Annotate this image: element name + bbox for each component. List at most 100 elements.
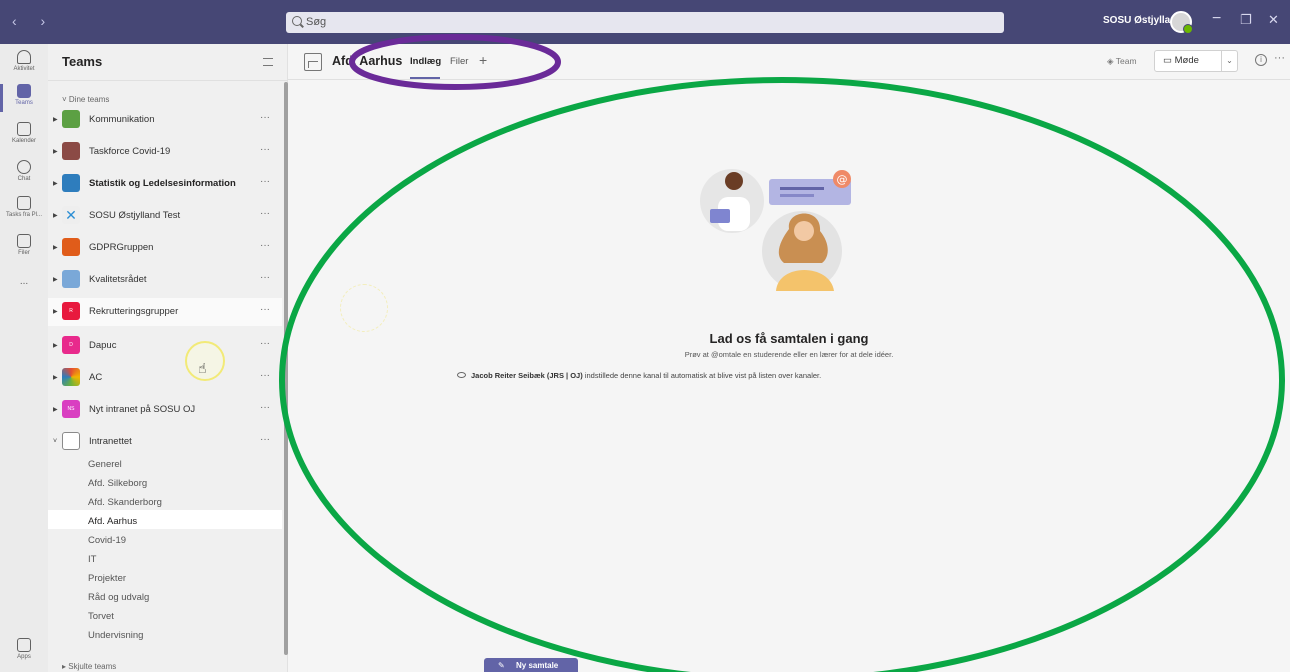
team-row-gdpr[interactable]: ▶ GDPRGruppen ··· (48, 234, 282, 262)
message-line (780, 187, 824, 190)
teams-icon (17, 84, 31, 98)
title-bar: ‹ › Søg SOSU Østjylland − ❐ ✕ (0, 0, 1290, 44)
rail-tasks[interactable]: Tasks fra Pl... (0, 196, 48, 218)
new-conversation-button[interactable]: ✎ Ny samtale (484, 658, 578, 672)
rail-activity[interactable]: Aktivitet (0, 50, 48, 72)
channel-title: Afd. Aarhus (332, 54, 403, 68)
more-options-icon[interactable]: ··· (260, 176, 270, 187)
maximize-button[interactable]: ❐ (1240, 12, 1252, 28)
channel-item[interactable]: Afd. Silkeborg (88, 478, 147, 489)
more-options-icon[interactable]: ··· (260, 304, 270, 315)
nav-arrows[interactable]: ‹ › (12, 13, 55, 29)
channel-item-selected[interactable]: Afd. Aarhus (88, 516, 137, 527)
team-button[interactable]: ◈ Team (1107, 56, 1137, 67)
team-row-taskforce[interactable]: ▶ Taskforce Covid-19 ··· (48, 138, 282, 166)
team-avatar (62, 142, 80, 160)
rail-chat[interactable]: Chat (0, 160, 48, 182)
team-avatar (62, 110, 80, 128)
more-options-icon[interactable]: ··· (260, 434, 270, 445)
more-options-icon[interactable]: ··· (260, 144, 270, 155)
new-conversation-label: Ny samtale (516, 661, 559, 670)
channel-item[interactable]: Råd og udvalg (88, 592, 149, 603)
rail-more[interactable]: ... (0, 276, 48, 287)
team-row-nyt-intranet[interactable]: ▶ NS Nyt intranet på SOSU OJ ··· (48, 396, 282, 424)
more-options-icon[interactable]: ··· (260, 240, 270, 251)
hidden-teams-label: Skjulte teams (68, 662, 117, 671)
filter-icon[interactable] (263, 58, 273, 66)
team-avatar (62, 270, 80, 288)
caret-icon: ▶ (53, 213, 58, 219)
section-label-your-teams[interactable]: ˅ Dine teams (62, 95, 109, 104)
eye-icon (457, 372, 466, 378)
bell-icon (17, 50, 31, 64)
rail-apps[interactable]: Apps (0, 638, 48, 660)
more-options-icon[interactable]: ··· (260, 338, 270, 349)
rail-calendar[interactable]: Kalender (0, 122, 48, 144)
more-options-icon[interactable]: ··· (260, 208, 270, 219)
system-message-author[interactable]: Jacob Reiter Seibæk (JRS | OJ) (471, 371, 583, 380)
rail-label: Aktivitet (13, 66, 35, 72)
apps-icon (17, 638, 31, 652)
person-left-head (725, 172, 743, 190)
meet-button[interactable]: ▭ Møde (1154, 50, 1222, 72)
team-row-ac[interactable]: ▶ AC ··· (48, 364, 282, 392)
more-options-icon[interactable]: ··· (260, 402, 270, 413)
channel-header: Afd. Aarhus Indlæg Filer + ◈ Team ▭ Møde… (288, 44, 1290, 80)
teams-panel: Teams ˅ Dine teams ▶ Kommunikation ··· ▶… (48, 44, 288, 672)
svg-text:@: @ (837, 173, 848, 186)
team-name: Intranettet (89, 436, 132, 447)
channel-item[interactable]: Generel (88, 459, 122, 470)
team-row-kvalitet[interactable]: ▶ Kvalitetsrådet ··· (48, 266, 282, 294)
hidden-teams-toggle[interactable]: ▸ Skjulte teams (62, 662, 116, 671)
more-options-icon[interactable]: ··· (260, 112, 270, 123)
rail-files[interactable]: Filer (0, 234, 48, 256)
team-row-dapuc[interactable]: ▶ D Dapuc ··· (48, 332, 282, 360)
info-icon[interactable]: i (1255, 54, 1267, 66)
more-icon[interactable]: ··· (1274, 52, 1285, 64)
channel-icon (304, 53, 322, 71)
chevron-down-icon[interactable]: ⌄ (1222, 50, 1238, 72)
section-label-text: Dine teams (68, 95, 110, 104)
more-options-icon[interactable]: ··· (260, 272, 270, 283)
team-name: AC (89, 372, 103, 383)
rail-label: Kalender (11, 138, 37, 144)
team-name: Taskforce Covid-19 (89, 146, 171, 157)
team-row-statistik[interactable]: ▶ Statistik og Ledelsesinformation ··· (48, 170, 282, 198)
chat-icon (17, 160, 31, 174)
team-avatar (62, 174, 80, 192)
team-row-intranettet[interactable]: ˅ Intranettet ··· (48, 428, 282, 456)
team-row-sosu-test[interactable]: ▶ ✕ SOSU Østjylland Test ··· (48, 202, 282, 230)
team-name: Kvalitetsrådet (89, 274, 147, 285)
video-icon: ▭ (1163, 55, 1175, 66)
team-avatar: D (62, 336, 80, 354)
search-input[interactable]: Søg (286, 12, 1004, 33)
caret-icon: ▶ (53, 277, 58, 283)
team-row-rekruttering[interactable]: ▶ R Rekrutteringsgrupper ··· (48, 298, 282, 326)
calendar-icon (17, 122, 31, 136)
rail-teams[interactable]: Teams (0, 84, 48, 112)
tasks-icon (17, 196, 31, 210)
teams-window: ‹ › Søg SOSU Østjylland − ❐ ✕ Aktivitet … (0, 0, 1290, 672)
minimize-button[interactable]: − (1212, 10, 1221, 28)
channel-item[interactable]: IT (88, 554, 96, 565)
channel-item[interactable]: Projekter (88, 573, 126, 584)
empty-state-title: Lad os få samtalen i gang (709, 331, 869, 346)
channel-item[interactable]: Afd. Skanderborg (88, 497, 162, 508)
meet-label: Møde (1174, 55, 1199, 66)
team-row-kommunikation[interactable]: ▶ Kommunikation ··· (48, 106, 282, 134)
channel-item[interactable]: Torvet (88, 611, 114, 622)
channel-item[interactable]: Covid-19 (88, 535, 126, 546)
team-avatar: R (62, 302, 80, 320)
team-name: GDPRGruppen (89, 242, 154, 253)
tab-posts[interactable]: Indlæg (410, 56, 441, 67)
channel-item[interactable]: Undervisning (88, 630, 143, 641)
add-tab-icon[interactable]: + (479, 52, 487, 68)
avatar[interactable] (1170, 11, 1193, 34)
tab-files[interactable]: Filer (450, 56, 468, 67)
caret-icon: ▶ (53, 181, 58, 187)
more-options-icon[interactable]: ··· (260, 370, 270, 381)
panel-title: Teams (62, 54, 103, 69)
conversation-illustration: @ (700, 169, 851, 291)
caret-icon: ▶ (53, 245, 58, 251)
close-button[interactable]: ✕ (1268, 12, 1279, 28)
